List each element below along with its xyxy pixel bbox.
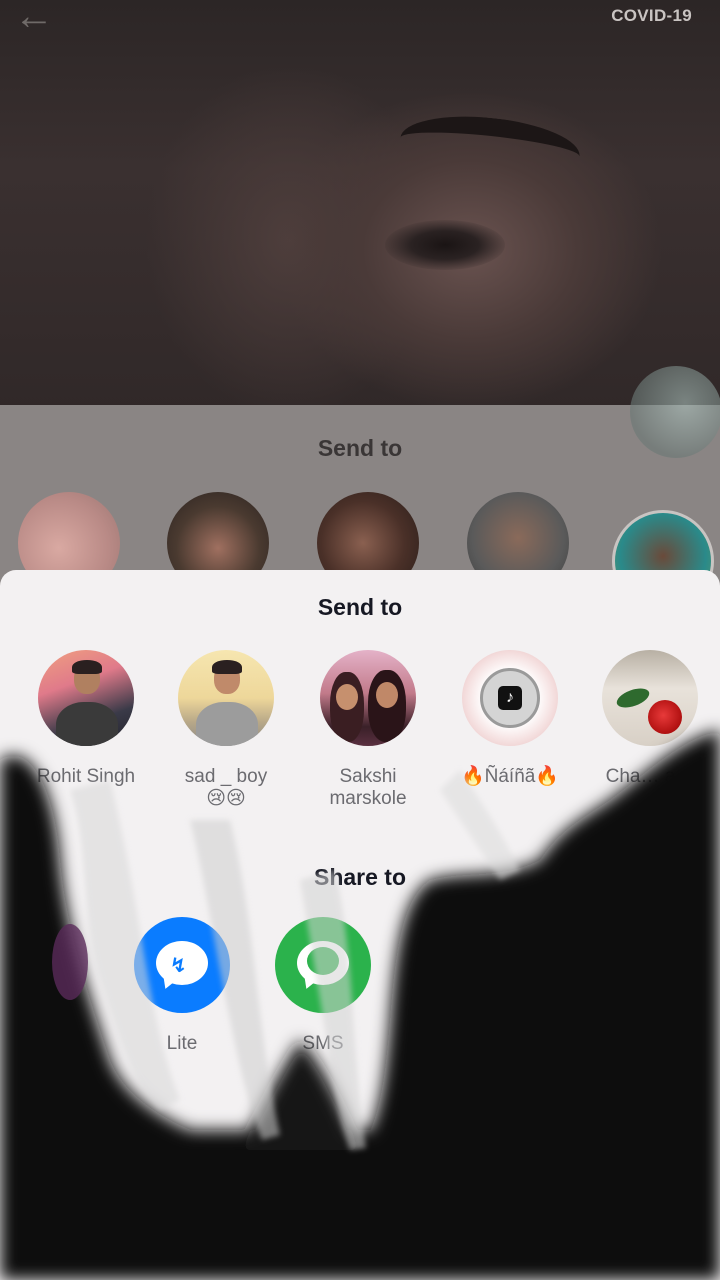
avatar[interactable] <box>38 650 134 746</box>
avatar-figure <box>56 702 118 746</box>
messenger-lite-icon[interactable]: ↯ <box>134 917 230 1013</box>
background-face-eye <box>385 220 505 270</box>
share-to-title: Share to <box>313 864 407 890</box>
contact-item[interactable]: sad _ boy 😢😢 <box>156 650 296 810</box>
avatar[interactable] <box>178 650 274 746</box>
avatar-figure <box>336 684 358 710</box>
contact-item[interactable]: Sakshi marskole <box>298 650 438 810</box>
tiktok-logo-icon: ♪ <box>498 686 522 710</box>
contact-item[interactable]: Rohit Singh <box>16 650 156 788</box>
contact-name: Rohit Singh <box>36 766 136 787</box>
contact-name: Sakshi marskole <box>329 766 407 809</box>
avatar-figure <box>376 682 398 708</box>
contact-item[interactable]: ♪ 🔥Ñáíñã🔥 <box>440 650 580 788</box>
covid-19-link[interactable]: COVID-19 <box>611 6 692 26</box>
avatar[interactable]: ♪ <box>462 650 558 746</box>
avatar-figure <box>72 660 102 674</box>
share-sms-button[interactable]: SMS <box>263 917 383 1055</box>
contact-item[interactable]: Cha… a… <box>580 650 720 788</box>
lightning-icon: ↯ <box>170 955 187 977</box>
share-target-label: SMS <box>302 1033 344 1054</box>
sms-icon[interactable] <box>275 917 371 1013</box>
arrow-left-icon[interactable]: ← <box>14 0 54 39</box>
contact-name: Cha… a… <box>605 766 695 787</box>
rose-leaf-icon <box>614 684 652 712</box>
sms-bubble-inner <box>307 947 339 975</box>
share-sheet: Send to Rohit Singh sad _ boy 😢😢 Sakshi … <box>0 570 720 1280</box>
background-sheet-title: Send to <box>317 435 403 461</box>
avatar[interactable] <box>320 650 416 746</box>
rose-icon <box>648 700 682 734</box>
send-to-title: Send to <box>317 594 403 620</box>
avatar-figure <box>212 660 242 674</box>
avatar-figure <box>196 702 258 746</box>
background-video-frame <box>0 0 720 420</box>
background-face-brow <box>397 108 583 186</box>
contact-name: sad _ boy 😢😢 <box>184 766 268 809</box>
share-target-label: Lite <box>166 1033 198 1054</box>
contact-name: 🔥Ñáíñã🔥 <box>460 766 559 787</box>
avatar[interactable] <box>602 650 698 746</box>
share-messenger-lite-button[interactable]: ↯ Lite <box>122 917 242 1055</box>
